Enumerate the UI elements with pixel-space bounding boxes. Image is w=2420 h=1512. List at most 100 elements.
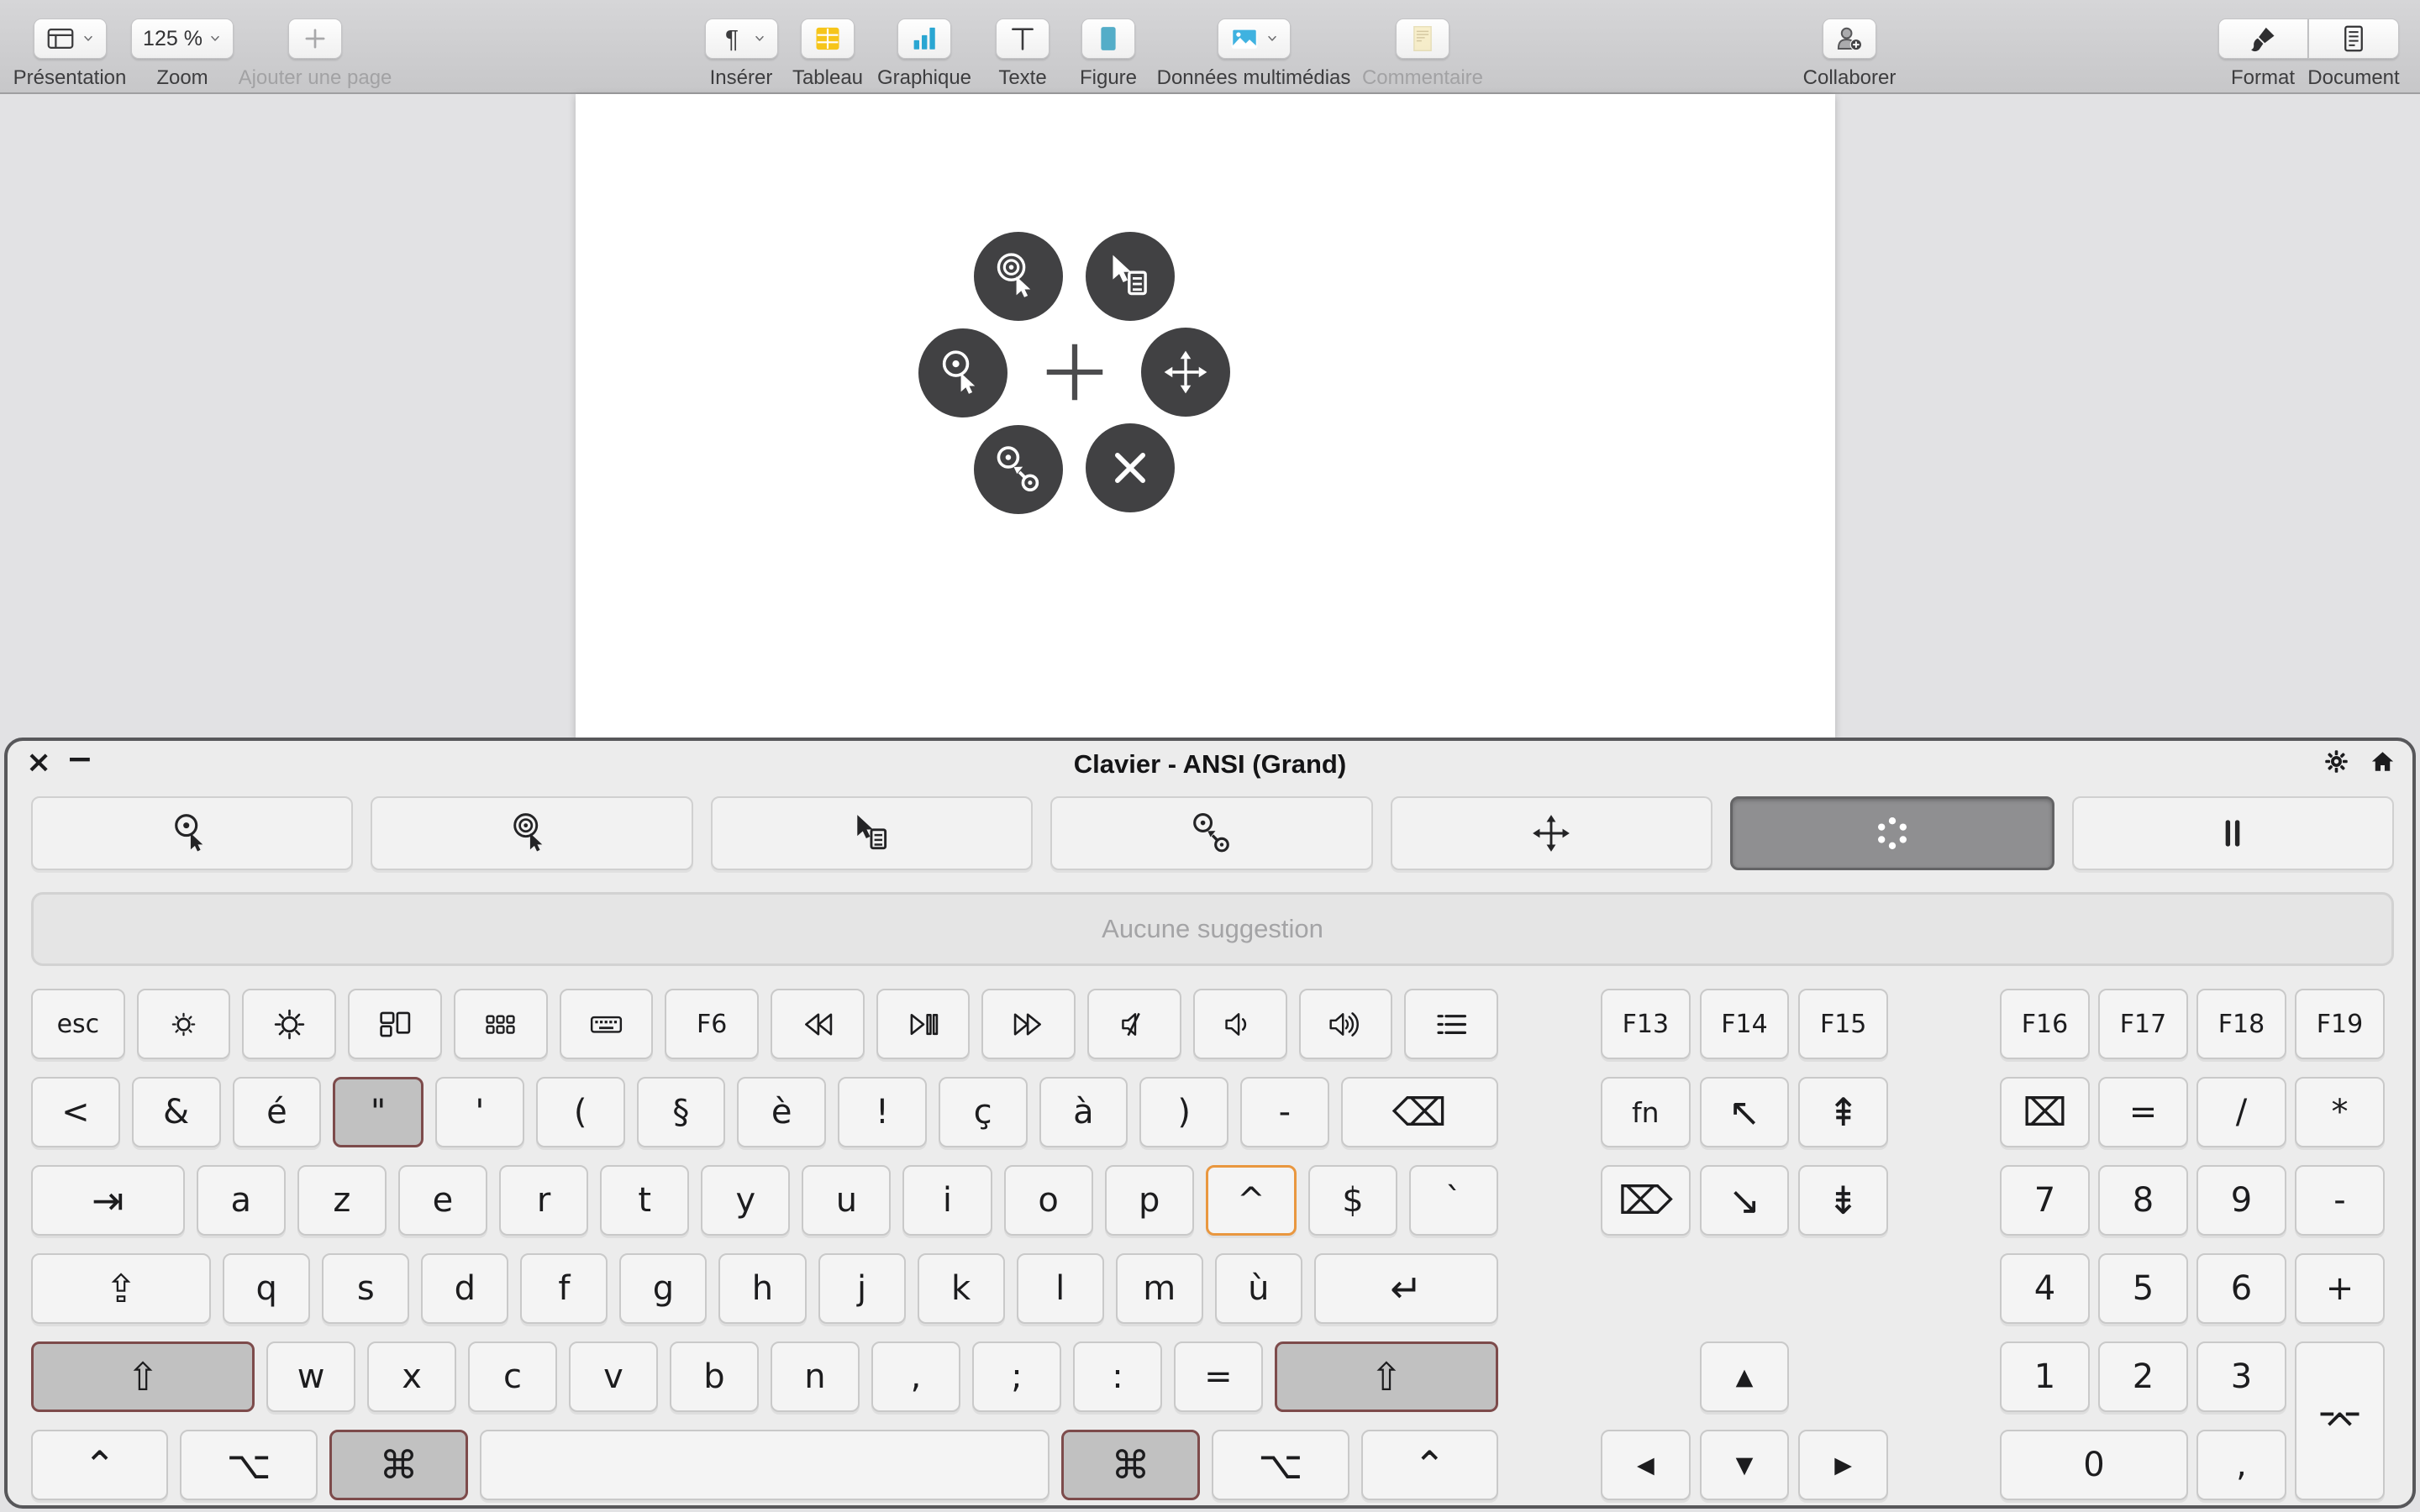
key-$[interactable]: $ xyxy=(1308,1165,1397,1236)
key-p[interactable]: p xyxy=(1105,1165,1194,1236)
key-circumflex[interactable]: ^ xyxy=(1206,1165,1297,1236)
key-mute[interactable] xyxy=(1087,989,1181,1059)
key-v[interactable]: v xyxy=(569,1341,658,1412)
key-<[interactable]: < xyxy=(31,1077,120,1147)
key-,[interactable]: , xyxy=(871,1341,960,1412)
key-![interactable]: ! xyxy=(838,1077,927,1147)
key-w[interactable]: w xyxy=(266,1341,355,1412)
key-brightness-down[interactable] xyxy=(137,989,231,1059)
key-space[interactable] xyxy=(480,1430,1050,1500)
key-num-4[interactable]: 4 xyxy=(2000,1253,2090,1324)
key-return[interactable]: ↵ xyxy=(1314,1253,1498,1324)
key-num-minus[interactable]: - xyxy=(2295,1165,2385,1236)
key-num-7[interactable]: 7 xyxy=(2000,1165,2090,1236)
key-brightness-up[interactable] xyxy=(242,989,336,1059)
document-page[interactable] xyxy=(576,94,1835,739)
key-h[interactable]: h xyxy=(718,1253,806,1324)
action-pause-button[interactable] xyxy=(2072,796,2394,870)
key-volume-up[interactable] xyxy=(1299,989,1393,1059)
key-'[interactable]: ' xyxy=(435,1077,524,1147)
key--[interactable]: - xyxy=(1240,1077,1329,1147)
key-ù[interactable]: ù xyxy=(1215,1253,1302,1324)
plus-crosshair-icon[interactable] xyxy=(1039,337,1110,407)
key-m[interactable]: m xyxy=(1116,1253,1203,1324)
key-k[interactable]: k xyxy=(918,1253,1005,1324)
key-([interactable]: ( xyxy=(536,1077,625,1147)
key-num-comma[interactable]: , xyxy=(2196,1430,2286,1500)
key-=[interactable]: = xyxy=(1174,1341,1263,1412)
key-j[interactable]: j xyxy=(818,1253,906,1324)
key-)[interactable]: ) xyxy=(1139,1077,1228,1147)
key-f14[interactable]: F14 xyxy=(1700,989,1790,1059)
key-keyboard-backlight[interactable] xyxy=(560,989,654,1059)
key-num-1[interactable]: 1 xyxy=(2000,1341,2090,1412)
action-left-click-button[interactable] xyxy=(31,796,353,870)
home-button[interactable] xyxy=(2370,748,2396,774)
key-num-0[interactable]: 0 xyxy=(2000,1430,2188,1500)
key-g[interactable]: g xyxy=(619,1253,707,1324)
key-num-plus[interactable]: + xyxy=(2295,1253,2385,1324)
key-num-5[interactable]: 5 xyxy=(2098,1253,2188,1324)
key-arrow-left[interactable]: ◀ xyxy=(1601,1430,1691,1500)
key-page-up[interactable]: ⇞ xyxy=(1798,1077,1888,1147)
key-arrow-up[interactable]: ▲ xyxy=(1700,1341,1790,1412)
key-:[interactable]: : xyxy=(1073,1341,1162,1412)
key-i[interactable]: i xyxy=(902,1165,992,1236)
key-y[interactable]: y xyxy=(701,1165,790,1236)
dwell-left-click-button[interactable] xyxy=(918,328,1007,417)
key-option-left[interactable]: ⌥ xyxy=(180,1430,317,1500)
key-backtick[interactable]: ` xyxy=(1409,1165,1498,1236)
key-a[interactable]: a xyxy=(197,1165,286,1236)
key-x[interactable]: x xyxy=(367,1341,456,1412)
key-§[interactable]: § xyxy=(637,1077,726,1147)
dwell-double-click-button[interactable] xyxy=(974,232,1063,321)
key-f18[interactable]: F18 xyxy=(2196,989,2286,1059)
key-num-divide[interactable]: / xyxy=(2196,1077,2286,1147)
action-move-button[interactable] xyxy=(1391,796,1712,870)
document-button[interactable] xyxy=(2308,18,2399,59)
key-s[interactable]: s xyxy=(322,1253,409,1324)
key-fn[interactable]: fn xyxy=(1601,1077,1691,1147)
key-command-left[interactable]: ⌘ xyxy=(329,1430,468,1500)
key-c[interactable]: c xyxy=(468,1341,557,1412)
key-num-9[interactable]: 9 xyxy=(2196,1165,2286,1236)
action-drag-button[interactable] xyxy=(1050,796,1372,870)
dwell-move-button[interactable] xyxy=(1141,328,1230,417)
key-f[interactable]: f xyxy=(520,1253,608,1324)
key-forward-delete[interactable]: ⌦ xyxy=(1601,1165,1691,1236)
key-f17[interactable]: F17 xyxy=(2098,989,2188,1059)
key-r[interactable]: r xyxy=(499,1165,588,1236)
key-num-3[interactable]: 3 xyxy=(2196,1341,2286,1412)
action-dwell-options-button[interactable] xyxy=(1730,796,2054,870)
key-q[interactable]: q xyxy=(223,1253,310,1324)
key-z[interactable]: z xyxy=(297,1165,387,1236)
key-f19[interactable]: F19 xyxy=(2295,989,2385,1059)
media-button[interactable] xyxy=(1218,18,1291,59)
key-end[interactable]: ↘ xyxy=(1700,1165,1790,1236)
dwell-right-click-button[interactable] xyxy=(1086,232,1175,321)
key-;[interactable]: ; xyxy=(972,1341,1061,1412)
key-rewind[interactable] xyxy=(771,989,865,1059)
add-page-button[interactable] xyxy=(288,18,342,59)
key-num-8[interactable]: 8 xyxy=(2098,1165,2188,1236)
key-d[interactable]: d xyxy=(421,1253,508,1324)
key-à[interactable]: à xyxy=(1039,1077,1128,1147)
key-é[interactable]: é xyxy=(233,1077,322,1147)
gear-button[interactable] xyxy=(2323,748,2349,774)
key-&[interactable]: & xyxy=(132,1077,221,1147)
key-u[interactable]: u xyxy=(802,1165,891,1236)
dwell-close-button[interactable] xyxy=(1086,423,1175,512)
comment-button[interactable] xyxy=(1396,18,1449,59)
key-o[interactable]: o xyxy=(1004,1165,1093,1236)
key-option-right[interactable]: ⌥ xyxy=(1212,1430,1349,1500)
action-double-click-button[interactable] xyxy=(371,796,692,870)
key-play-pause[interactable] xyxy=(876,989,971,1059)
key-f15[interactable]: F15 xyxy=(1798,989,1888,1059)
key-num-equals[interactable]: = xyxy=(2098,1077,2188,1147)
key-mission-control[interactable] xyxy=(348,989,442,1059)
key-arrow-right[interactable]: ▶ xyxy=(1798,1430,1888,1500)
key-f13[interactable]: F13 xyxy=(1601,989,1691,1059)
key-caps-lock[interactable]: ⇪ xyxy=(31,1253,211,1324)
key-control-right[interactable]: ⌃ xyxy=(1361,1430,1498,1500)
key-f16[interactable]: F16 xyxy=(2000,989,2090,1059)
